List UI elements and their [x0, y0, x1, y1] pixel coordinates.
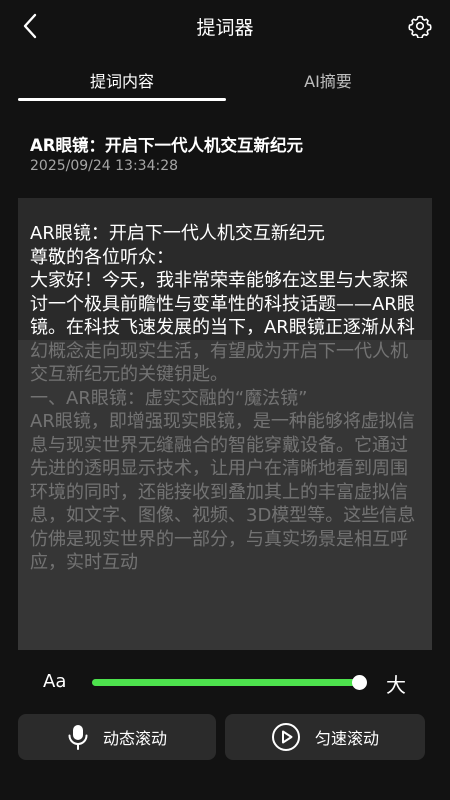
- tab-bar: 提词内容 AI摘要: [0, 58, 450, 104]
- settings-button[interactable]: [406, 12, 434, 40]
- font-size-large-label: 大: [386, 673, 406, 697]
- active-tab-indicator: [18, 98, 226, 101]
- font-size-slider-fill: [92, 679, 359, 686]
- play-circle-icon: [271, 722, 301, 752]
- prompter-text-area[interactable]: AR眼镜：开启下一代人机交互新纪元 尊敬的各位听众： 大家好！今天，我非常荣幸能…: [18, 198, 432, 650]
- dimmed-overlay: [18, 340, 432, 650]
- tab-prompt-content[interactable]: 提词内容: [18, 58, 226, 102]
- document-title: AR眼镜：开启下一代人机交互新纪元: [30, 136, 303, 155]
- gear-icon: [408, 15, 432, 38]
- document-timestamp: 2025/09/24 13:34:28: [30, 158, 179, 174]
- font-size-control: Aa 大: [0, 665, 450, 701]
- font-size-slider[interactable]: [92, 675, 367, 690]
- font-size-slider-thumb[interactable]: [352, 675, 367, 690]
- page-title: 提词器: [196, 17, 254, 39]
- uniform-scroll-label: 匀速滚动: [314, 729, 379, 748]
- tab-ai-summary[interactable]: AI摘要: [224, 58, 432, 102]
- font-size-small-label: Aa: [43, 671, 67, 692]
- top-bar: 提词器: [0, 0, 450, 52]
- uniform-scroll-button[interactable]: 匀速滚动: [225, 714, 425, 760]
- dynamic-scroll-label: 动态滚动: [102, 729, 167, 748]
- teleprompter-screen: 提词器 提词内容 AI摘要 AR眼镜：开启下一代人机交互新纪元 2025/09/…: [0, 0, 450, 800]
- dynamic-scroll-button[interactable]: 动态滚动: [18, 714, 216, 760]
- microphone-icon: [67, 724, 89, 750]
